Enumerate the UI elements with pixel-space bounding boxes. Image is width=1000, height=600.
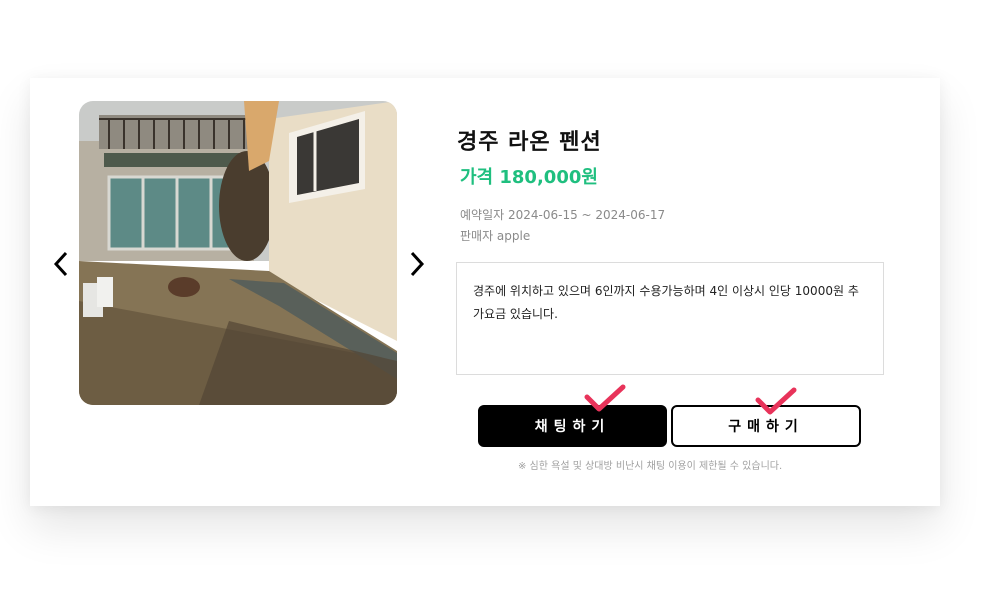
chevron-right-icon <box>410 251 425 277</box>
reservation-dates: 예약일자 2024-06-15 ~ 2024-06-17 <box>460 208 666 222</box>
chat-notice: ※ 심한 욕설 및 상대방 비난시 채팅 이용이 제한될 수 있습니다. <box>518 461 783 472</box>
product-title: 경주 라온 펜션 <box>457 130 602 155</box>
product-description: 경주에 위치하고 있으며 6인까지 수용가능하며 4인 이상시 인당 10000… <box>456 262 884 375</box>
prev-image-button[interactable] <box>48 247 74 281</box>
seller-name: 판매자 apple <box>460 229 531 243</box>
product-price: 가격 180,000원 <box>460 167 598 188</box>
product-photo <box>79 101 397 405</box>
buy-button[interactable]: 구매하기 <box>671 405 861 447</box>
chat-button[interactable]: 채팅하기 <box>478 405 667 447</box>
next-image-button[interactable] <box>404 247 430 281</box>
chevron-left-icon <box>53 251 68 277</box>
